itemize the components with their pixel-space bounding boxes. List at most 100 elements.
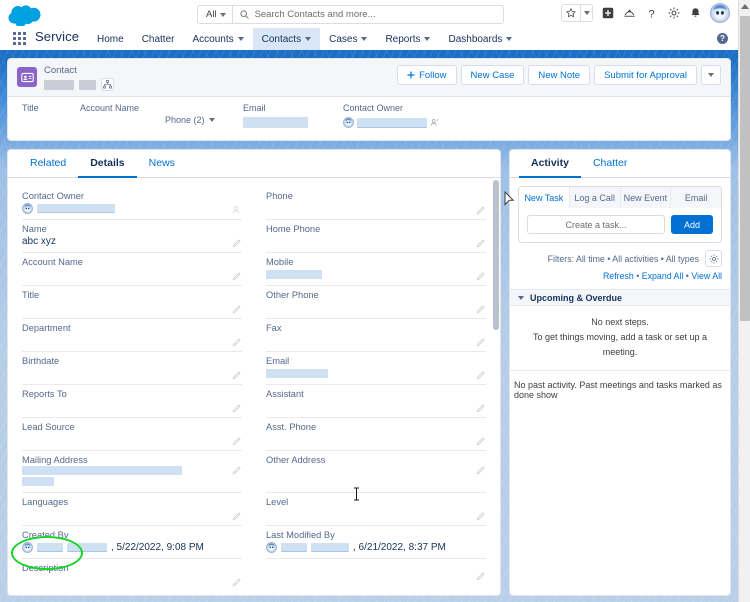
field-label: Mobile bbox=[266, 256, 486, 268]
field-label: Title bbox=[22, 103, 66, 113]
edit-pencil-icon[interactable] bbox=[232, 304, 242, 314]
salesforce-cloud-logo[interactable] bbox=[8, 4, 44, 26]
record-body: Related Details News Contact Own bbox=[7, 149, 731, 596]
gear-icon[interactable] bbox=[666, 5, 681, 21]
creator-name-redacted-2[interactable] bbox=[67, 543, 107, 552]
scroll-up-arrow-icon[interactable] bbox=[741, 4, 749, 9]
view-all-link[interactable]: View All bbox=[691, 271, 722, 281]
composer-tab-new-event[interactable]: New Event bbox=[621, 187, 672, 208]
field-mailing-address: Mailing Address bbox=[22, 451, 242, 493]
edit-pencil-icon[interactable] bbox=[476, 238, 486, 248]
modifier-name-redacted-2[interactable] bbox=[311, 543, 349, 552]
nav-item-accounts[interactable]: Accounts bbox=[183, 28, 252, 50]
composer-tab-new-task[interactable]: New Task bbox=[519, 187, 570, 208]
question-mark-icon[interactable]: ? bbox=[644, 5, 659, 21]
nav-item-chatter[interactable]: Chatter bbox=[133, 28, 184, 50]
help-badge-icon[interactable]: ? bbox=[717, 33, 728, 44]
tab-label: Chatter bbox=[593, 157, 627, 169]
edit-pencil-icon[interactable] bbox=[232, 436, 242, 446]
tab-chatter[interactable]: Chatter bbox=[581, 150, 639, 178]
chevron-down-icon[interactable] bbox=[361, 37, 367, 41]
browser-scrollbar-track[interactable] bbox=[738, 0, 750, 602]
chevron-down-icon[interactable] bbox=[238, 37, 244, 41]
edit-pencil-icon[interactable] bbox=[476, 304, 486, 314]
chevron-down-icon[interactable] bbox=[424, 37, 430, 41]
activity-empty-state: No next steps. To get things moving, add… bbox=[510, 306, 730, 371]
nav-item-cases[interactable]: Cases bbox=[320, 28, 376, 50]
record-meta: Contact bbox=[44, 65, 114, 91]
edit-pencil-icon[interactable] bbox=[232, 271, 242, 281]
search-scope-selector[interactable]: All bbox=[198, 6, 233, 23]
change-owner-icon[interactable] bbox=[232, 205, 242, 215]
nav-item-contacts[interactable]: Contacts bbox=[253, 28, 320, 50]
global-search-box[interactable]: All bbox=[197, 5, 504, 24]
nav-item-home[interactable]: Home bbox=[88, 28, 133, 50]
tab-activity[interactable]: Activity bbox=[519, 150, 581, 178]
chevron-down-icon[interactable] bbox=[506, 37, 512, 41]
change-owner-icon[interactable] bbox=[430, 118, 439, 127]
field-value: abc xyz bbox=[22, 235, 242, 248]
contact-hierarchy-icon[interactable] bbox=[101, 78, 114, 91]
tab-news[interactable]: News bbox=[137, 150, 187, 178]
edit-pencil-icon[interactable] bbox=[476, 465, 486, 475]
chevron-down-icon[interactable] bbox=[518, 296, 524, 300]
edit-pencil-icon[interactable] bbox=[476, 370, 486, 380]
star-icon[interactable] bbox=[562, 5, 580, 21]
modifier-name-redacted-1[interactable] bbox=[281, 543, 307, 552]
plus-square-icon[interactable] bbox=[600, 5, 615, 21]
new-case-button[interactable]: New Case bbox=[461, 65, 525, 85]
bell-icon[interactable] bbox=[688, 5, 703, 21]
edit-pencil-icon[interactable] bbox=[476, 337, 486, 347]
add-task-button[interactable]: Add bbox=[671, 215, 713, 234]
edit-pencil-icon[interactable] bbox=[232, 511, 242, 521]
edit-pencil-icon[interactable] bbox=[476, 403, 486, 413]
new-note-button[interactable]: New Note bbox=[528, 65, 590, 85]
edit-pencil-icon[interactable] bbox=[476, 511, 486, 521]
follow-button[interactable]: Follow bbox=[397, 65, 456, 85]
submit-for-approval-button[interactable]: Submit for Approval bbox=[594, 65, 697, 85]
composer-tab-email[interactable]: Email bbox=[671, 187, 721, 208]
owner-name-redacted[interactable] bbox=[357, 118, 427, 128]
edit-pencil-icon[interactable] bbox=[232, 403, 242, 413]
edit-pencil-icon[interactable] bbox=[476, 205, 486, 215]
refresh-link[interactable]: Refresh bbox=[603, 271, 634, 281]
create-task-input[interactable] bbox=[527, 215, 665, 234]
field-created-by: Created By , 5/22/2022, 9:08 PM bbox=[22, 526, 242, 559]
nav-item-dashboards[interactable]: Dashboards bbox=[439, 28, 521, 50]
more-actions-button[interactable] bbox=[701, 65, 721, 85]
gear-icon[interactable] bbox=[705, 250, 722, 267]
composer-tab-label: Log a Call bbox=[574, 193, 615, 203]
edit-pencil-icon[interactable] bbox=[476, 436, 486, 446]
upcoming-overdue-section-header[interactable]: Upcoming & Overdue bbox=[510, 289, 730, 306]
edit-pencil-icon[interactable] bbox=[232, 337, 242, 347]
edit-pencil-icon[interactable] bbox=[232, 465, 242, 475]
field-value bbox=[266, 562, 486, 575]
chevron-down-icon[interactable] bbox=[305, 37, 311, 41]
tab-details[interactable]: Details bbox=[78, 150, 136, 178]
trailhead-icon[interactable] bbox=[622, 5, 637, 21]
edit-pencil-icon[interactable] bbox=[476, 571, 486, 581]
nav-item-reports[interactable]: Reports bbox=[376, 28, 439, 50]
field-value bbox=[22, 334, 242, 347]
app-launcher-icon[interactable] bbox=[13, 32, 27, 46]
details-scrollbar[interactable] bbox=[493, 180, 499, 330]
expand-all-link[interactable]: Expand All bbox=[642, 271, 684, 281]
edit-pencil-icon[interactable] bbox=[232, 370, 242, 380]
composer-tab-log-a-call[interactable]: Log a Call bbox=[570, 187, 621, 208]
compact-field-phone[interactable]: Phone (2) bbox=[151, 103, 229, 140]
search-input[interactable] bbox=[255, 9, 503, 20]
owner-redacted[interactable] bbox=[37, 204, 115, 213]
favorites-chevron-down-icon[interactable] bbox=[580, 5, 592, 21]
browser-scrollbar-thumb[interactable] bbox=[740, 16, 750, 321]
edit-pencil-icon[interactable] bbox=[232, 238, 242, 248]
edit-pencil-icon[interactable] bbox=[232, 577, 242, 587]
field-value bbox=[266, 433, 486, 446]
details-column-right: Phone Home Phone bbox=[254, 187, 486, 591]
edit-pencil-icon[interactable] bbox=[476, 271, 486, 281]
favorites-control[interactable] bbox=[561, 4, 593, 22]
chevron-down-icon[interactable] bbox=[209, 118, 215, 122]
user-avatar-icon[interactable] bbox=[710, 3, 730, 23]
field-description: Description bbox=[22, 559, 242, 591]
creator-name-redacted-1[interactable] bbox=[37, 543, 63, 552]
tab-related[interactable]: Related bbox=[18, 150, 78, 178]
